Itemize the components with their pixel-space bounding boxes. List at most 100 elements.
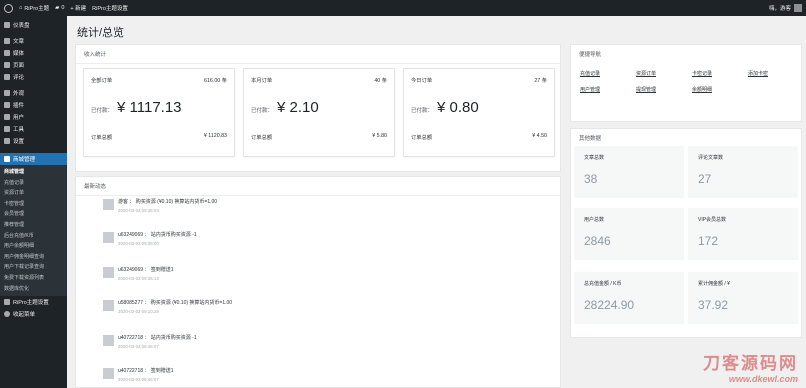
media-icon	[4, 50, 10, 56]
dashboard-icon	[4, 22, 10, 28]
stat-value: 37.92	[698, 298, 729, 312]
submenu-item[interactable]: 充值记录	[0, 178, 67, 189]
account-menu[interactable]: 嗨，游客	[769, 0, 802, 16]
activity-text: u40722718 ： 站内货币购买资源 -1	[118, 335, 197, 341]
submenu-item[interactable]: 商城管理	[0, 167, 67, 178]
collapse-icon	[4, 311, 10, 318]
quick-link-cards[interactable]: 卡密记录	[692, 70, 712, 77]
page-icon	[4, 62, 10, 68]
quick-link-balance[interactable]: 余额明细	[692, 86, 712, 93]
submenu-item[interactable]: 卡密管理	[0, 199, 67, 210]
sidebar-item-dashboard[interactable]: 仪表盘	[0, 19, 67, 31]
activity-text: u63249069 ： 签到赠送1	[118, 267, 174, 273]
stat-value: 28224.90	[584, 298, 635, 312]
new-content-link[interactable]: + 新建	[70, 4, 86, 12]
comments-link[interactable]: ▰ 0	[55, 5, 64, 11]
sidebar-item-shop[interactable]: 商城管理	[0, 153, 67, 165]
submenu-item[interactable]: 用户下载记录查询	[0, 262, 67, 273]
activity-time: 2020-03-02 09:35:03	[118, 208, 159, 213]
order-card-month: 本月订单 40 条 已付款： ¥ 2.10 订单总额 ¥ 5.80	[243, 68, 395, 157]
activity-item: u63249069 ： 站内货币购买资源 -1 2020-03-02 09:35:…	[103, 231, 197, 246]
submenu-item[interactable]: 免费下载资源列表	[0, 273, 67, 284]
quick-nav-panel: 便捷导航	[570, 44, 802, 122]
order-count: 616.00 条	[204, 78, 227, 84]
panel-title: 便捷导航	[579, 52, 602, 58]
order-card-all: 全部订单 616.00 条 已付款： ¥ 1117.13 订单总额 ¥ 1120.83	[83, 68, 235, 157]
wordpress-logo-icon[interactable]	[4, 3, 13, 13]
stat-card-users: 用户总数 2846	[574, 208, 684, 260]
admin-sidebar: 仪表盘 文章 媒体 页面 评论 外观 插件 用户 工具 设置 商城管理 商城管理…	[0, 16, 67, 388]
activity-item: u40722718 ： 签到赠送1 2020-03-02 08:46:07	[103, 367, 174, 382]
total-amount: ¥ 1120.83	[203, 133, 227, 139]
avatar	[794, 4, 802, 12]
paid-label: 已付款：	[91, 108, 114, 114]
sidebar-item-tools[interactable]: 工具	[0, 123, 67, 135]
submenu-item[interactable]: 数据库优化	[0, 284, 67, 295]
stat-value: 172	[698, 234, 719, 248]
quick-link-withdraw[interactable]: 提现管理	[636, 86, 656, 93]
sidebar-item-media[interactable]: 媒体	[0, 47, 67, 59]
activity-item: u40722718 ： 站内货币购买资源 -1 2020-03-02 08:46:…	[103, 334, 197, 349]
stat-card-commission-total: 累计佣金额 / ¥ 37.92	[688, 272, 798, 324]
sidebar-item-plugins[interactable]: 插件	[0, 99, 67, 111]
order-count: 40 条	[374, 78, 387, 84]
submenu-item[interactable]: 推荐管理	[0, 220, 67, 231]
submenu-item[interactable]: 会员管理	[0, 209, 67, 220]
user-icon	[4, 114, 10, 120]
sidebar-item-pages[interactable]: 页面	[0, 59, 67, 71]
avatar	[103, 368, 114, 379]
theme-settings-link[interactable]: RiPro主题设置	[92, 4, 128, 12]
brush-icon	[4, 90, 10, 96]
stat-card-recharge-total: 总充值金额 / K币 28224.90	[574, 272, 684, 324]
sidebar-item-settings[interactable]: 设置	[0, 135, 67, 147]
submenu-item[interactable]: 用户余额明细	[0, 241, 67, 252]
sidebar-item-appearance[interactable]: 外观	[0, 87, 67, 99]
stat-value: 27	[698, 172, 712, 186]
comment-icon: ▰	[55, 5, 60, 11]
home-icon: ⌂	[19, 5, 23, 11]
sidebar-item-posts[interactable]: 文章	[0, 35, 67, 47]
activity-time: 2020-03-02 09:35:14	[118, 276, 159, 281]
panel-title: 收入统计	[76, 45, 560, 64]
order-card-title: 全部订单	[91, 78, 113, 84]
stat-card-comments: 评论文章数 27	[688, 146, 798, 198]
quick-link-recharge[interactable]: 充值记录	[580, 70, 600, 77]
submenu-item[interactable]: 资源订单	[0, 188, 67, 199]
quick-link-orders[interactable]: 资源订单	[636, 70, 656, 77]
paid-label: 已付款：	[251, 108, 274, 114]
stat-label: 总充值金额 / K币	[584, 281, 622, 287]
activity-time: 2020-03-02 09:10:28	[118, 309, 159, 314]
total-amount: ¥ 5.80	[372, 133, 387, 139]
activity-text: u58085277 ： 购买资源 (¥0.10) 换算站内货币=1.00	[118, 300, 233, 306]
paid-amount: ¥ 0.80	[437, 99, 479, 116]
activity-text: u40722718 ： 签到赠送1	[118, 368, 174, 374]
avatar	[103, 267, 114, 278]
sidebar-item-users[interactable]: 用户	[0, 111, 67, 123]
admin-bar: ⌂ RiPro主题 ▰ 0 + 新建 RiPro主题设置 嗨，游客	[0, 0, 806, 16]
stat-label: VIP会员总数	[698, 217, 727, 223]
paid-label: 已付款：	[411, 108, 434, 114]
submenu-item[interactable]: 用户佣金明细查询	[0, 252, 67, 263]
activity-time: 2020-03-02 08:46:07	[118, 344, 159, 349]
paid-amount: ¥ 2.10	[277, 99, 319, 116]
main-content: 统计/总览 收入统计 全部订单 616.00 条 已付款： ¥ 1117.13 订单…	[67, 16, 806, 388]
sidebar-item-comments[interactable]: 评论	[0, 71, 67, 83]
total-amount: ¥ 4.50	[532, 133, 547, 139]
cart-icon	[4, 156, 10, 162]
quick-link-add-card[interactable]: 添加卡密	[748, 70, 768, 77]
activity-time: 2020-03-02 09:35:00	[118, 241, 159, 246]
panel-title: 最新动态	[76, 177, 560, 196]
avatar	[103, 335, 114, 346]
paid-amount: ¥ 1117.13	[117, 99, 182, 116]
greeting-text: 嗨，游客	[768, 6, 791, 12]
pin-icon	[4, 38, 10, 44]
collapse-menu-button[interactable]: 收起菜单	[0, 308, 67, 320]
avatar	[103, 199, 114, 210]
stat-value: 2846	[584, 234, 611, 248]
site-name-link[interactable]: ⌂ RiPro主题	[19, 4, 49, 12]
quick-link-users[interactable]: 用户管理	[580, 86, 600, 93]
sidebar-item-theme-settings[interactable]: RiPro主题设置	[0, 296, 67, 308]
total-label: 订单总额	[91, 135, 113, 141]
submenu-item[interactable]: 后台充值/K币	[0, 231, 67, 242]
plugin-icon	[4, 102, 10, 108]
